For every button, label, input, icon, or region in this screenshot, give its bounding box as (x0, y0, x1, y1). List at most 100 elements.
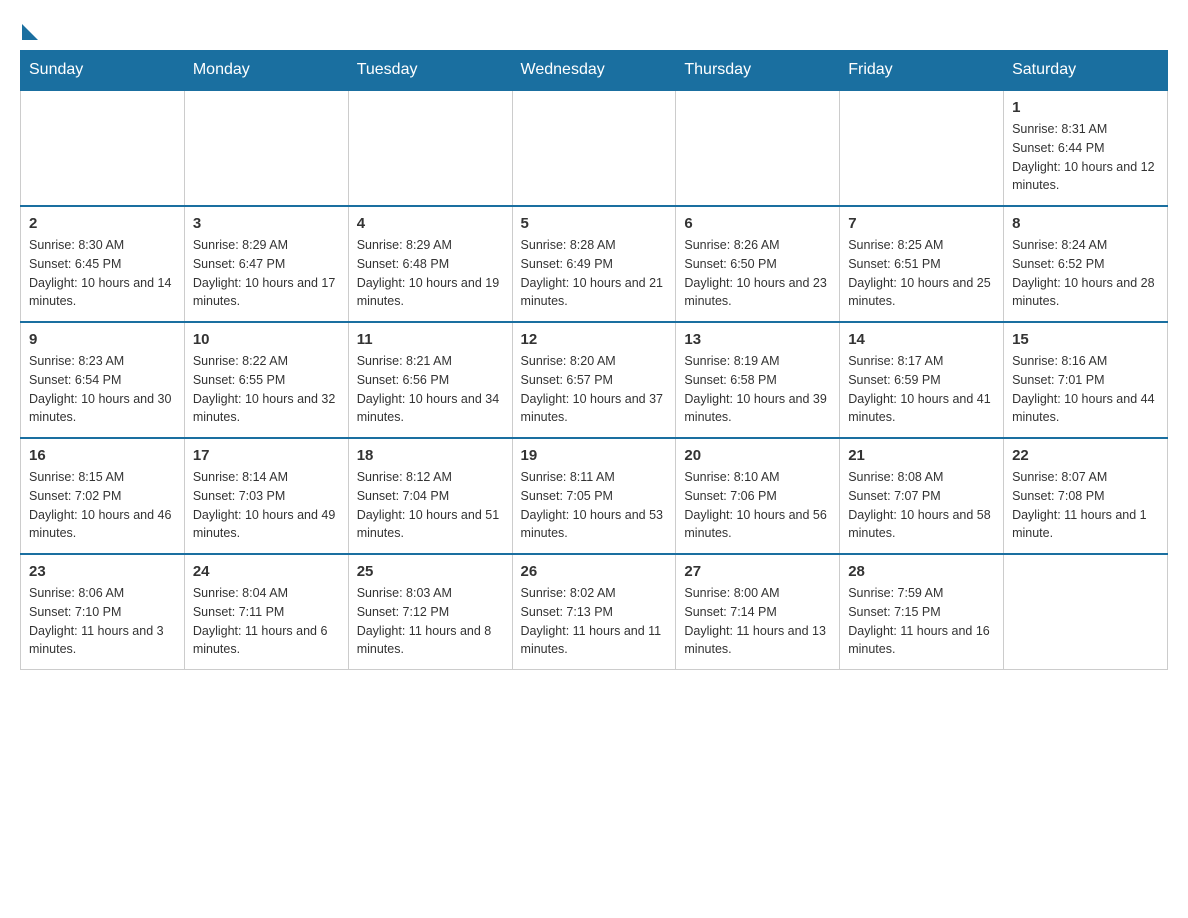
logo (20, 20, 38, 40)
weekday-header-monday: Monday (184, 51, 348, 91)
day-number: 18 (357, 447, 504, 464)
calendar-cell: 14 Sunrise: 8:17 AMSunset: 6:59 PMDayligh… (840, 322, 1004, 438)
day-number: 24 (193, 563, 340, 580)
calendar-cell: 5 Sunrise: 8:28 AMSunset: 6:49 PMDaylight… (512, 206, 676, 322)
weekday-header-sunday: Sunday (21, 51, 185, 91)
day-info: Sunrise: 8:15 AMSunset: 7:02 PMDaylight:… (29, 468, 176, 543)
day-number: 21 (848, 447, 995, 464)
calendar-table: SundayMondayTuesdayWednesdayThursdayFrid… (20, 50, 1168, 670)
calendar-cell (184, 90, 348, 206)
calendar-cell: 2 Sunrise: 8:30 AMSunset: 6:45 PMDaylight… (21, 206, 185, 322)
week-row-3: 9 Sunrise: 8:23 AMSunset: 6:54 PMDaylight… (21, 322, 1168, 438)
calendar-cell (512, 90, 676, 206)
calendar-cell: 26Sunrise: 8:02 AMSunset: 7:13 PMDayligh… (512, 554, 676, 670)
day-number: 20 (684, 447, 831, 464)
day-info: Sunrise: 8:28 AMSunset: 6:49 PMDaylight:… (521, 236, 668, 311)
day-number: 22 (1012, 447, 1159, 464)
day-number: 3 (193, 215, 340, 232)
day-info: Sunrise: 8:31 AMSunset: 6:44 PMDaylight:… (1012, 120, 1159, 195)
day-number: 2 (29, 215, 176, 232)
day-info: Sunrise: 8:10 AMSunset: 7:06 PMDaylight:… (684, 468, 831, 543)
day-info: Sunrise: 8:21 AMSunset: 6:56 PMDaylight:… (357, 352, 504, 427)
calendar-cell (676, 90, 840, 206)
weekday-header-saturday: Saturday (1004, 51, 1168, 91)
day-number: 19 (521, 447, 668, 464)
day-number: 17 (193, 447, 340, 464)
day-info: Sunrise: 8:04 AMSunset: 7:11 PMDaylight:… (193, 584, 340, 659)
day-info: Sunrise: 8:26 AMSunset: 6:50 PMDaylight:… (684, 236, 831, 311)
day-number: 14 (848, 331, 995, 348)
day-number: 13 (684, 331, 831, 348)
calendar-cell: 12Sunrise: 8:20 AMSunset: 6:57 PMDayligh… (512, 322, 676, 438)
calendar-cell (840, 90, 1004, 206)
day-number: 10 (193, 331, 340, 348)
calendar-cell: 6 Sunrise: 8:26 AMSunset: 6:50 PMDaylight… (676, 206, 840, 322)
day-number: 11 (357, 331, 504, 348)
calendar-cell: 8 Sunrise: 8:24 AMSunset: 6:52 PMDaylight… (1004, 206, 1168, 322)
calendar-cell: 4 Sunrise: 8:29 AMSunset: 6:48 PMDaylight… (348, 206, 512, 322)
day-number: 12 (521, 331, 668, 348)
calendar-cell: 19 Sunrise: 8:11 AMSunset: 7:05 PMDayligh… (512, 438, 676, 554)
day-info: Sunrise: 8:11 AMSunset: 7:05 PMDaylight:… (521, 468, 668, 543)
page-header (20, 20, 1168, 40)
day-number: 5 (521, 215, 668, 232)
day-info: Sunrise: 8:29 AMSunset: 6:48 PMDaylight:… (357, 236, 504, 311)
day-info: Sunrise: 8:00 AMSunset: 7:14 PMDaylight:… (684, 584, 831, 659)
calendar-cell: 1Sunrise: 8:31 AMSunset: 6:44 PMDaylight… (1004, 90, 1168, 206)
calendar-cell: 3 Sunrise: 8:29 AMSunset: 6:47 PMDaylight… (184, 206, 348, 322)
calendar-cell: 25 Sunrise: 8:03 AMSunset: 7:12 PMDayligh… (348, 554, 512, 670)
calendar-cell: 20 Sunrise: 8:10 AMSunset: 7:06 PMDayligh… (676, 438, 840, 554)
week-row-5: 23 Sunrise: 8:06 AMSunset: 7:10 PMDayligh… (21, 554, 1168, 670)
day-number: 6 (684, 215, 831, 232)
week-row-4: 16 Sunrise: 8:15 AMSunset: 7:02 PMDayligh… (21, 438, 1168, 554)
day-info: Sunrise: 8:19 AMSunset: 6:58 PMDaylight:… (684, 352, 831, 427)
calendar-cell: 13 Sunrise: 8:19 AMSunset: 6:58 PMDayligh… (676, 322, 840, 438)
day-number: 27 (684, 563, 831, 580)
calendar-cell (21, 90, 185, 206)
weekday-header-row: SundayMondayTuesdayWednesdayThursdayFrid… (21, 51, 1168, 91)
day-number: 28 (848, 563, 995, 580)
day-number: 25 (357, 563, 504, 580)
day-info: Sunrise: 8:30 AMSunset: 6:45 PMDaylight:… (29, 236, 176, 311)
weekday-header-thursday: Thursday (676, 51, 840, 91)
day-info: Sunrise: 8:08 AMSunset: 7:07 PMDaylight:… (848, 468, 995, 543)
day-info: Sunrise: 8:25 AMSunset: 6:51 PMDaylight:… (848, 236, 995, 311)
calendar-cell: 18 Sunrise: 8:12 AMSunset: 7:04 PMDayligh… (348, 438, 512, 554)
day-info: Sunrise: 8:17 AMSunset: 6:59 PMDaylight:… (848, 352, 995, 427)
day-number: 16 (29, 447, 176, 464)
day-info: Sunrise: 8:07 AMSunset: 7:08 PMDaylight:… (1012, 468, 1159, 543)
day-number: 8 (1012, 215, 1159, 232)
calendar-cell: 7Sunrise: 8:25 AMSunset: 6:51 PMDaylight… (840, 206, 1004, 322)
calendar-cell: 27 Sunrise: 8:00 AMSunset: 7:14 PMDayligh… (676, 554, 840, 670)
day-info: Sunrise: 8:29 AMSunset: 6:47 PMDaylight:… (193, 236, 340, 311)
calendar-cell: 10 Sunrise: 8:22 AMSunset: 6:55 PMDayligh… (184, 322, 348, 438)
calendar-cell: 24 Sunrise: 8:04 AMSunset: 7:11 PMDayligh… (184, 554, 348, 670)
day-number: 15 (1012, 331, 1159, 348)
calendar-cell (1004, 554, 1168, 670)
day-info: Sunrise: 8:14 AMSunset: 7:03 PMDaylight:… (193, 468, 340, 543)
day-info: Sunrise: 8:03 AMSunset: 7:12 PMDaylight:… (357, 584, 504, 659)
day-number: 9 (29, 331, 176, 348)
weekday-header-wednesday: Wednesday (512, 51, 676, 91)
day-number: 23 (29, 563, 176, 580)
calendar-cell: 17 Sunrise: 8:14 AMSunset: 7:03 PMDayligh… (184, 438, 348, 554)
calendar-cell: 16 Sunrise: 8:15 AMSunset: 7:02 PMDayligh… (21, 438, 185, 554)
calendar-cell: 21 Sunrise: 8:08 AMSunset: 7:07 PMDayligh… (840, 438, 1004, 554)
day-info: Sunrise: 8:06 AMSunset: 7:10 PMDaylight:… (29, 584, 176, 659)
week-row-1: 1Sunrise: 8:31 AMSunset: 6:44 PMDaylight… (21, 90, 1168, 206)
day-info: Sunrise: 7:59 AMSunset: 7:15 PMDaylight:… (848, 584, 995, 659)
day-info: Sunrise: 8:23 AMSunset: 6:54 PMDaylight:… (29, 352, 176, 427)
day-number: 26 (521, 563, 668, 580)
weekday-header-friday: Friday (840, 51, 1004, 91)
calendar-cell: 23 Sunrise: 8:06 AMSunset: 7:10 PMDayligh… (21, 554, 185, 670)
day-number: 4 (357, 215, 504, 232)
logo-arrow-icon (22, 24, 38, 40)
day-info: Sunrise: 8:22 AMSunset: 6:55 PMDaylight:… (193, 352, 340, 427)
calendar-cell: 22 Sunrise: 8:07 AMSunset: 7:08 PMDayligh… (1004, 438, 1168, 554)
day-info: Sunrise: 8:12 AMSunset: 7:04 PMDaylight:… (357, 468, 504, 543)
day-info: Sunrise: 8:24 AMSunset: 6:52 PMDaylight:… (1012, 236, 1159, 311)
calendar-cell: 11 Sunrise: 8:21 AMSunset: 6:56 PMDayligh… (348, 322, 512, 438)
calendar-cell: 15Sunrise: 8:16 AMSunset: 7:01 PMDayligh… (1004, 322, 1168, 438)
calendar-cell: 9 Sunrise: 8:23 AMSunset: 6:54 PMDaylight… (21, 322, 185, 438)
week-row-2: 2 Sunrise: 8:30 AMSunset: 6:45 PMDaylight… (21, 206, 1168, 322)
